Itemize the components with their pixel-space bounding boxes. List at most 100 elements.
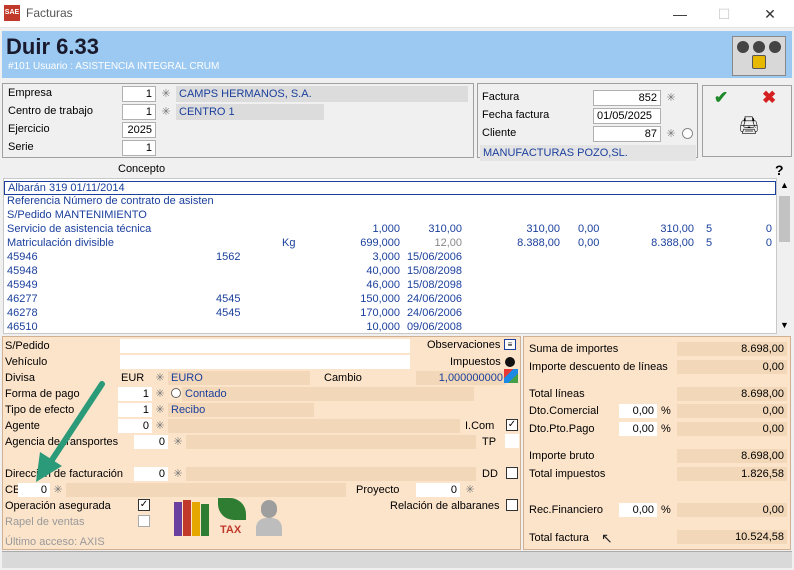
notes-icon[interactable]: ≡ [504,339,516,350]
fecha-input[interactable]: 01/05/2025 [593,108,661,124]
empresa-label: Empresa [8,87,53,99]
table-row[interactable]: 46510 10,000 09/06/2008 [4,321,776,333]
rec-financiero-pct[interactable]: 0,00 [619,503,657,517]
dd-checkbox[interactable] [506,467,518,479]
dto-comercial-pct[interactable]: 0,00 [619,404,657,418]
help-icon[interactable]: ? [775,162,784,178]
relacion-checkbox[interactable] [506,499,518,511]
total-factura-value: 10.524,58 [677,530,787,544]
factura-input[interactable]: 852 [593,90,661,106]
table-cell: 10,000 [366,321,400,333]
chevron-down-icon[interactable]: ▼ [780,320,789,330]
radio-icon[interactable] [171,388,181,398]
tp-input[interactable] [505,434,519,448]
table-cell: 1,000 [372,223,400,235]
descuento-label: Importe descuento de líneas [529,361,668,373]
lookup-icon[interactable]: ✳ [663,90,679,106]
table-cell: 15/08/2098 [406,279,462,291]
icom-label: I.Com [465,420,495,432]
suma-value: 8.698,00 [677,342,787,356]
direccion-input[interactable]: 0 [134,467,168,481]
table-cell: 170,000 [360,307,400,319]
table-cell: 09/06/2008 [406,321,462,333]
table-cell: 8.388,00 [517,237,560,249]
cancel-button[interactable]: ✖ [762,88,776,108]
rapel-checkbox [138,515,150,527]
table-cell: 0 [765,223,772,235]
dto-pp-pct[interactable]: 0,00 [619,422,657,436]
table-row[interactable]: Matriculación divisible Kg 699,000 12,00 8.3… [4,237,776,251]
fecha-label: Fecha factura [482,109,550,121]
lookup-icon[interactable]: ✳ [158,86,174,102]
spedido-label: S/Pedido [5,340,50,352]
lookup-icon[interactable]: ✳ [462,482,478,498]
table-cell: S/Pedido MANTENIMIENTO [7,209,147,221]
centro-label: Centro de trabajo [8,105,93,117]
agente-input[interactable]: 0 [118,419,152,433]
bruto-value: 8.698,00 [677,449,787,463]
icom-checkbox[interactable]: ✓ [506,419,518,431]
invoice-lines-grid[interactable]: Albarán 319 01/11/2014 Referencia Número … [3,178,777,334]
agencia-name [186,435,476,449]
grid-scrollbar[interactable]: ▲ ▼ [777,178,792,334]
support-agent-icon[interactable] [254,498,284,538]
table-cell: 46,000 [366,279,400,291]
ejercicio-input[interactable]: 2025 [122,122,156,138]
session-lock-button[interactable] [732,36,786,76]
table-row[interactable]: 45949 46,000 15/08/2098 [4,279,776,293]
app-title: Duir 6.33 [6,34,99,59]
scrollbar-thumb[interactable] [779,196,790,242]
descuento-value: 0,00 [677,360,787,374]
lookup-icon[interactable]: ✳ [170,466,186,482]
cambio-value[interactable]: 1,000000000 [416,371,506,385]
chevron-up-icon[interactable]: ▲ [780,180,789,190]
table-row[interactable]: 45946 1562 3,000 15/06/2006 [4,251,776,265]
divisa-code[interactable]: EUR [118,371,152,385]
close-icon[interactable]: ✕ [756,3,784,25]
table-row[interactable]: 46278 4545 170,000 24/06/2006 [4,307,776,321]
table-row[interactable]: 45948 40,000 15/08/2098 [4,265,776,279]
lookup-icon[interactable]: ✳ [152,418,168,434]
print-icon[interactable]: 🖨 [738,116,760,136]
agencia-input[interactable]: 0 [134,435,168,449]
minimize-icon[interactable]: — [666,3,694,25]
dto-pp-value: 0,00 [677,422,787,436]
tax-icon[interactable]: TAX [214,498,250,538]
centro-input[interactable]: 1 [122,104,156,120]
dto-comercial-label: Dto.Comercial [529,405,599,417]
table-row[interactable]: S/Pedido MANTENIMIENTO [4,209,776,223]
spedido-input[interactable] [120,339,410,353]
serie-input[interactable]: 1 [122,140,156,156]
table-row[interactable]: Servicio de asistencia técnica 1,000 310,0… [4,223,776,237]
empresa-input[interactable]: 1 [122,86,156,102]
lookup-icon[interactable]: ✳ [663,126,679,142]
maximize-icon[interactable]: ☐ [710,3,738,25]
concepto-column-header: Concepto [118,163,166,175]
binders-icon[interactable] [174,498,210,536]
impuestos-total-value: 1.826,58 [677,467,787,481]
lookup-icon[interactable]: ✳ [152,402,168,418]
vehiculo-input[interactable] [120,355,410,369]
lookup-icon[interactable]: ✳ [152,370,168,386]
radio-icon[interactable] [682,128,693,139]
table-row[interactable]: 46277 4545 150,000 24/06/2006 [4,293,776,307]
table-cell: 310,00 [428,223,462,235]
lookup-icon[interactable]: ✳ [170,434,186,450]
cliente-input[interactable]: 87 [593,126,661,142]
dd-label: DD [482,468,498,480]
percent-label: % [661,405,671,417]
accept-button[interactable]: ✔ [714,88,728,108]
lookup-icon[interactable]: ✳ [158,104,174,120]
forma-pago-input[interactable]: 1 [118,387,152,401]
table-row[interactable]: Albarán 319 01/11/2014 [4,181,776,195]
lookup-icon[interactable]: ✳ [152,386,168,402]
cambio-label: Cambio [324,372,362,384]
suma-label: Suma de importes [529,343,619,355]
table-cell: 8.388,00 [651,237,694,249]
radio-selected-icon[interactable] [505,357,515,367]
tipo-efecto-input[interactable]: 1 [118,403,152,417]
relacion-label: Relación de albaranes [390,500,500,512]
operacion-checkbox[interactable]: ✓ [138,499,150,511]
table-row[interactable]: Referencia Número de contrato de asisten [4,195,776,209]
proyecto-input[interactable]: 0 [416,483,460,497]
